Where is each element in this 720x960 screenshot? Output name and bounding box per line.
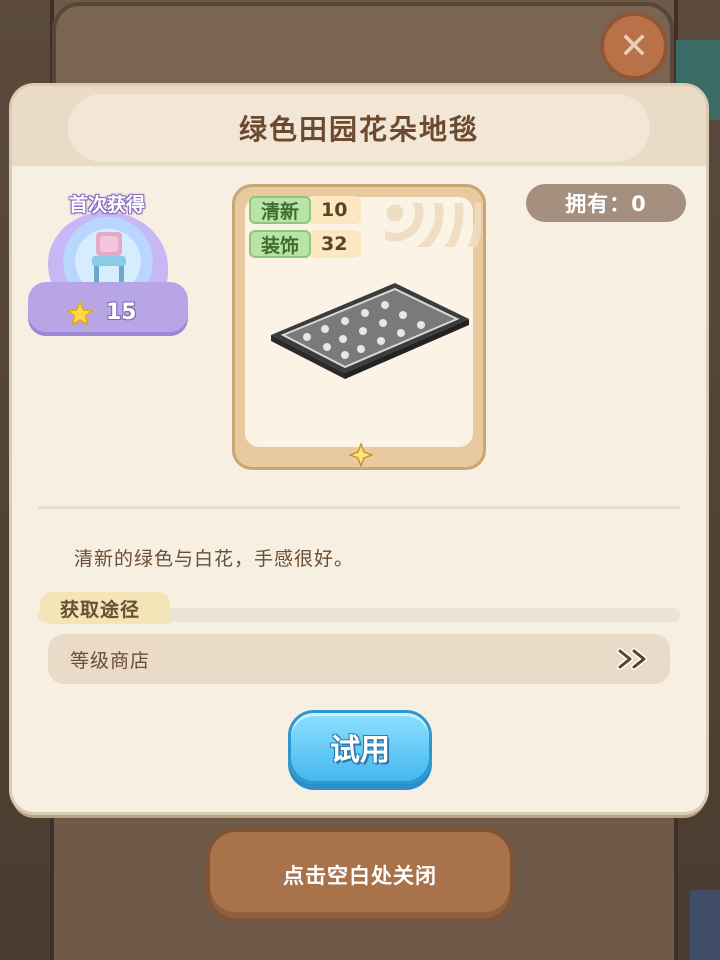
owned-count: 拥有：0 (526, 184, 686, 222)
double-chevron-right-icon (617, 648, 647, 670)
stat-row: 装饰 32 (249, 229, 362, 259)
source-entry[interactable]: 等级商店 (48, 634, 670, 684)
dialog-title: 绿色田园花朵地毯 (68, 94, 650, 162)
sparkle-icon (349, 443, 373, 467)
stat-name: 装饰 (249, 230, 312, 258)
rug-image (271, 283, 469, 379)
star-icon (66, 300, 94, 327)
close-icon[interactable]: ✕ (600, 12, 668, 80)
stat-value: 10 (311, 196, 362, 224)
close-hint-button[interactable]: 点击空白处关闭 (206, 828, 514, 922)
stat-row: 清新 10 (249, 195, 362, 225)
chair-icon (92, 232, 126, 282)
divider (38, 506, 680, 509)
try-button[interactable]: 试用 (288, 710, 432, 784)
background-deco (690, 890, 720, 960)
stat-value: 32 (311, 230, 362, 258)
item-description: 清新的绿色与白花，手感很好。 (74, 548, 355, 570)
dialog-header: 绿色田园花朵地毯 (12, 86, 706, 166)
item-detail-dialog: 绿色田园花朵地毯 首次获得 15 清新 10 装饰 32 拥有：0 清新的绿色与… (12, 86, 706, 812)
source-entry-label: 等级商店 (70, 649, 151, 672)
source-label: 获取途径 (40, 592, 170, 624)
reward-count: 15 (106, 300, 137, 325)
stat-name: 清新 (249, 196, 312, 224)
item-card: 清新 10 装饰 32 (232, 184, 486, 470)
card-pattern (385, 203, 481, 247)
item-preview: 清新 10 装饰 32 (245, 195, 481, 447)
first-obtain-label: 首次获得 (68, 194, 145, 216)
